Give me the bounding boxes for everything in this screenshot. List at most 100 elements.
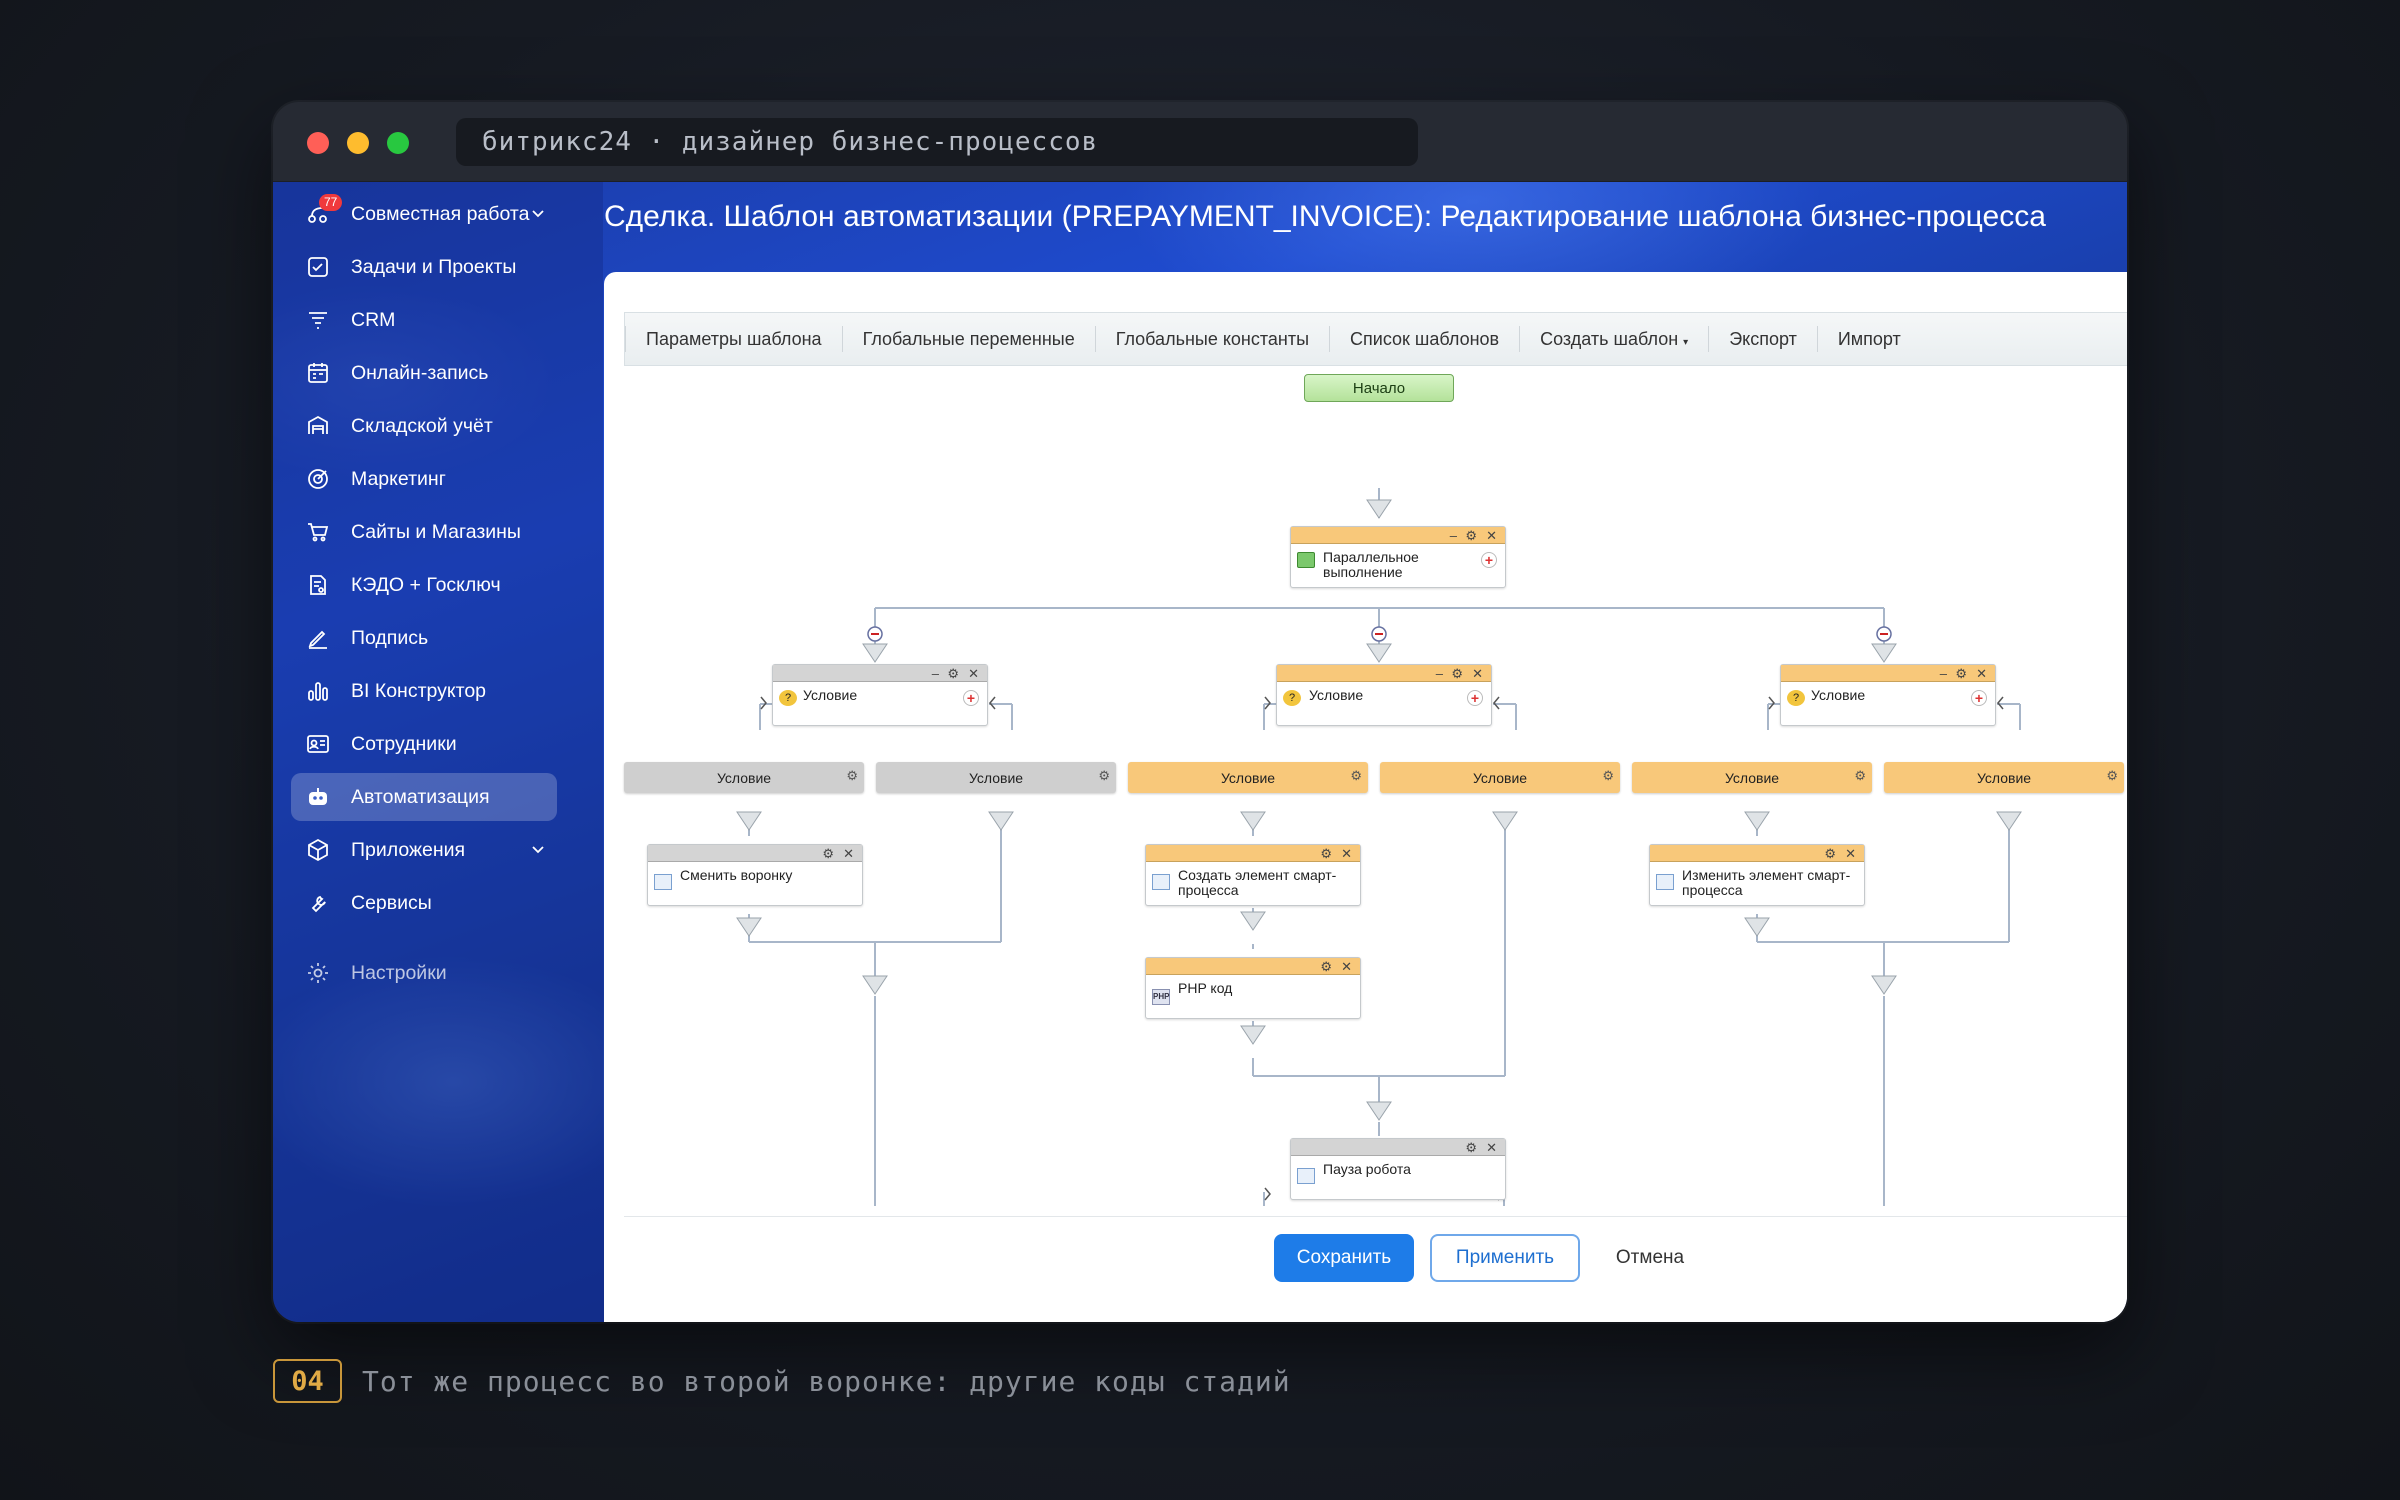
condition-activity[interactable]: – ⚙ ✕ ? Условие + [1780, 664, 1996, 726]
gear-icon[interactable]: ⚙ [1955, 665, 1967, 682]
robot-pause-activity[interactable]: ⚙ ✕ Пауза робота [1290, 1138, 1506, 1200]
sidebar-item-bi[interactable]: BI Конструктор [291, 667, 557, 715]
close-icon[interactable]: ✕ [1486, 1139, 1497, 1156]
cancel-button[interactable]: Отмена [1590, 1234, 1710, 1282]
add-branch-icon[interactable]: + [1481, 552, 1497, 568]
activity-body: Изменить элемент смарт-процесса [1650, 862, 1864, 898]
close-icon[interactable]: ✕ [1341, 845, 1352, 862]
global-variables-button[interactable]: Глобальные переменные [841, 326, 1095, 352]
sidebar-item-settings[interactable]: Настройки [291, 949, 557, 997]
workflow-canvas[interactable]: Начало – ⚙ ✕ Параллельное выполнение + –… [604, 366, 2127, 1206]
sidebar-item-collaboration[interactable]: 77 Совместная работа [291, 190, 557, 238]
close-icon[interactable]: ✕ [1976, 665, 1987, 682]
activity-header: ⚙ ✕ [1146, 845, 1360, 862]
gear-icon[interactable]: ⚙ [1320, 845, 1332, 862]
sidebar-item-crm[interactable]: CRM [291, 296, 557, 344]
close-icon[interactable]: ✕ [1341, 958, 1352, 975]
gear-icon[interactable]: ⚙ [1854, 768, 1866, 784]
minimize-window-button[interactable] [347, 132, 369, 154]
activity-header: – ⚙ ✕ [1277, 665, 1491, 682]
gear-icon[interactable]: ⚙ [1451, 665, 1463, 682]
gear-icon[interactable]: ⚙ [1465, 1139, 1477, 1156]
activity-label: Условие [1811, 687, 1866, 703]
sidebar-item-booking[interactable]: Онлайн-запись [291, 349, 557, 397]
condition-branch[interactable]: Условие ⚙ [1632, 762, 1872, 793]
gear-icon[interactable]: ⚙ [1098, 768, 1110, 784]
maximize-window-button[interactable] [387, 132, 409, 154]
update-smart-element-activity[interactable]: ⚙ ✕ Изменить элемент смарт-процесса [1649, 844, 1865, 906]
condition-activity[interactable]: – ⚙ ✕ ? Условие + [772, 664, 988, 726]
sidebar-item-label: Онлайн-запись [351, 361, 489, 384]
sidebar-item-kedo[interactable]: КЭДО + Госключ [291, 561, 557, 609]
sidebar-item-marketing[interactable]: Маркетинг [291, 455, 557, 503]
change-funnel-activity[interactable]: ⚙ ✕ Сменить воронку [647, 844, 863, 906]
add-branch-icon[interactable]: + [963, 690, 979, 706]
gear-icon[interactable]: ⚙ [1824, 845, 1836, 862]
branch-label: Условие [716, 769, 772, 786]
sidebar-item-automation[interactable]: Автоматизация [291, 773, 557, 821]
activity-label: Изменить элемент смарт-процесса [1682, 867, 1851, 898]
sidebar-item-label: Сервисы [351, 891, 432, 914]
close-icon[interactable]: ✕ [1486, 527, 1497, 544]
sidebar-item-apps[interactable]: Приложения [291, 826, 557, 874]
condition-activity[interactable]: – ⚙ ✕ ? Условие + [1276, 664, 1492, 726]
sidebar-item-label: Приложения [351, 838, 466, 861]
activity-header: – ⚙ ✕ [1781, 665, 1995, 682]
minimize-icon[interactable]: – [1436, 665, 1443, 682]
activity-body: Пауза робота [1291, 1156, 1505, 1184]
sidebar-item-services[interactable]: Сервисы [291, 879, 557, 927]
condition-branch[interactable]: Условие ⚙ [876, 762, 1116, 793]
activity-label: Пауза робота [1323, 1161, 1411, 1177]
activity-body: ? Условие + [773, 682, 987, 706]
minimize-icon[interactable]: – [932, 665, 939, 682]
gear-icon[interactable]: ⚙ [1350, 768, 1362, 784]
gear-icon[interactable]: ⚙ [822, 845, 834, 862]
php-code-activity[interactable]: ⚙ ✕ PHP PHP код [1145, 957, 1361, 1019]
minimize-icon[interactable]: – [1450, 527, 1457, 544]
export-button[interactable]: Экспорт [1708, 326, 1817, 352]
add-branch-icon[interactable]: + [1467, 690, 1483, 706]
template-list-button[interactable]: Список шаблонов [1329, 326, 1519, 352]
parallel-activity[interactable]: – ⚙ ✕ Параллельное выполнение + [1290, 526, 1506, 588]
question-icon: ? [1283, 690, 1301, 706]
close-icon[interactable]: ✕ [843, 845, 854, 862]
gear-icon[interactable]: ⚙ [2106, 768, 2118, 784]
gear-icon[interactable]: ⚙ [947, 665, 959, 682]
address-bar[interactable]: битрикс24 · дизайнер бизнес-процессов [456, 118, 1418, 166]
import-button[interactable]: Импорт [1816, 326, 1921, 352]
create-smart-element-activity[interactable]: ⚙ ✕ Создать элемент смарт-процесса [1145, 844, 1361, 906]
sidebar-item-warehouse[interactable]: Складской учёт [291, 402, 557, 450]
condition-branch[interactable]: Условие ⚙ [1884, 762, 2124, 793]
add-branch-icon[interactable]: + [1971, 690, 1987, 706]
gear-icon[interactable]: ⚙ [1465, 527, 1477, 544]
minimize-icon[interactable]: – [1940, 665, 1947, 682]
sidebar-item-sites[interactable]: Сайты и Магазины [291, 508, 557, 556]
global-constants-button[interactable]: Глобальные константы [1094, 326, 1329, 352]
apply-button[interactable]: Применить [1430, 1234, 1580, 1282]
gear-icon[interactable]: ⚙ [846, 768, 858, 784]
gear-icon[interactable]: ⚙ [1320, 958, 1332, 975]
close-icon[interactable]: ✕ [1845, 845, 1856, 862]
close-window-button[interactable] [307, 132, 329, 154]
activity-body: ? Условие + [1781, 682, 1995, 706]
create-template-dropdown[interactable]: Создать шаблон ▾ [1519, 326, 1708, 352]
calendar-icon [305, 360, 331, 386]
chevron-down-icon [532, 210, 544, 218]
activity-label: Создать элемент смарт-процесса [1178, 867, 1337, 898]
close-icon[interactable]: ✕ [1472, 665, 1483, 682]
condition-branch[interactable]: Условие ⚙ [1128, 762, 1368, 793]
branch-label: Условие [1976, 769, 2032, 786]
sidebar-item-signature[interactable]: Подпись [291, 614, 557, 662]
start-node[interactable]: Начало [1304, 374, 1454, 402]
activity-header: ⚙ ✕ [1291, 1139, 1505, 1156]
sidebar-item-label: Задачи и Проекты [351, 255, 517, 278]
save-button[interactable]: Сохранить [1274, 1234, 1414, 1282]
condition-branch[interactable]: Условие ⚙ [1380, 762, 1620, 793]
template-params-button[interactable]: Параметры шаблона [625, 326, 842, 352]
sidebar-item-employees[interactable]: Сотрудники [291, 720, 557, 768]
sidebar-item-tasks[interactable]: Задачи и Проекты [291, 243, 557, 291]
condition-branch[interactable]: Условие ⚙ [624, 762, 864, 793]
gear-icon[interactable]: ⚙ [1602, 768, 1614, 784]
sidebar-item-label: Настройки [351, 961, 447, 984]
close-icon[interactable]: ✕ [968, 665, 979, 682]
